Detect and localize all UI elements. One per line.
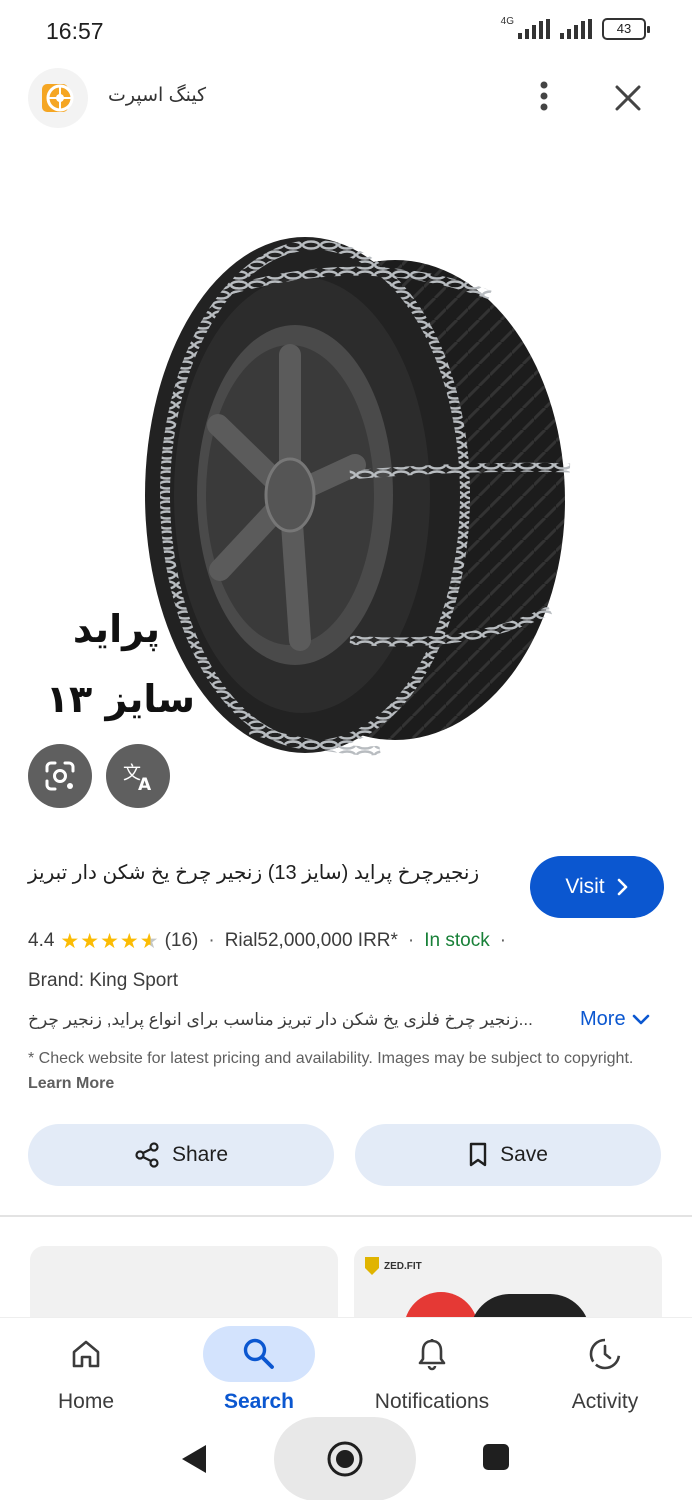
share-icon [135,1142,159,1168]
save-button[interactable]: Save [355,1124,661,1186]
search-icon [243,1338,274,1369]
learn-more-link[interactable]: Learn More [28,1075,114,1092]
visit-button[interactable]: Visit [530,856,664,918]
nav-search-label: Search [223,1390,295,1413]
nav-search[interactable]: Search [173,1318,345,1428]
stock-status: In stock [424,930,490,951]
lens-button[interactable] [28,744,92,808]
save-label: Save [500,1143,548,1166]
share-label: Share [171,1143,229,1166]
star-icon: ★ [60,929,80,953]
more-vert-icon [540,81,548,111]
more-link[interactable]: More [580,1008,650,1031]
wheel-logo-icon [42,84,74,112]
nav-home-label: Home [57,1390,115,1413]
more-options-button[interactable] [526,76,562,116]
separator-dot: · [499,930,507,951]
star-icon: ★ [119,929,139,953]
translate-icon: 文 A [123,763,152,793]
disclaimer: * Check website for latest pricing and a… [28,1046,668,1096]
description-row: ...زنجیر چرخ فلزی یخ شکن دار تبریز مناسب… [28,1008,668,1036]
half-star-icon: ★ [139,929,159,953]
shield-logo-icon [365,1257,379,1275]
share-button[interactable]: Share [28,1124,334,1186]
star-icon: ★ [100,929,119,953]
activity-icon [589,1338,621,1370]
battery-icon: 43 [602,18,650,40]
star-icon: ★ [80,929,100,953]
bell-icon [418,1339,446,1371]
nav-notifications[interactable]: Notifications [346,1318,518,1428]
nav-notifications-icon-wrap [376,1326,488,1382]
back-icon[interactable] [180,1443,208,1475]
image-overlay-line2: سایز ۱۳ [50,677,195,721]
related-brand-logo: ZED.FIT [364,1256,422,1276]
product-title: زنجیرچرخ پراید (سایز 13) زنجیر چرخ یخ شک… [28,862,480,884]
chevron-right-icon [617,878,627,896]
status-time: 16:57 [46,18,104,44]
recent-apps-icon[interactable] [483,1444,509,1470]
separator-dot: · [208,930,215,951]
nav-notifications-label: Notifications [374,1390,490,1413]
rating-stars: ★ ★ ★ ★ ★ [60,931,158,952]
disclaimer-text: * Check website for latest pricing and a… [28,1050,634,1067]
site-logo[interactable] [28,68,88,128]
more-label: More [580,1008,626,1030]
home-circle-icon [327,1441,363,1477]
signal-icon [518,19,550,39]
svg-text:A: A [138,775,152,793]
nav-activity[interactable]: Activity [519,1318,691,1428]
site-name[interactable]: کینگ اسپرت [108,84,206,107]
section-divider [0,1215,692,1217]
nav-activity-label: Activity [571,1390,639,1413]
brand-label: Brand: King Sport [28,970,178,991]
bookmark-icon [469,1142,487,1167]
nav-search-icon-wrap [203,1326,315,1382]
review-count: (16) [164,930,199,951]
google-lens-icon [45,761,75,791]
bottom-navigation: Home Search Notifications Activity [0,1317,692,1427]
system-navigation-bar [0,1417,692,1500]
image-overlay-line1: پراید [73,607,160,651]
close-button[interactable] [606,76,650,120]
network-type: 4G [500,15,514,27]
rating-value: 4.4 [28,930,55,951]
nav-home-icon-wrap [30,1326,142,1382]
nav-home[interactable]: Home [0,1318,172,1428]
description-text: ...زنجیر چرخ فلزی یخ شکن دار تبریز مناسب… [28,1010,533,1029]
close-icon [615,85,641,111]
visit-label: Visit [565,875,605,898]
product-image[interactable]: پراید سایز ۱۳ [50,210,590,770]
home-icon [72,1340,100,1368]
separator-dot: · [407,930,415,951]
translate-button[interactable]: 文 A [106,744,170,808]
status-icons: 4G 43 [500,15,650,40]
home-gesture-button[interactable] [274,1417,416,1500]
nav-activity-icon-wrap [549,1326,661,1382]
app-header: کینگ اسپرت [0,64,692,130]
signal-icon-2 [560,19,592,39]
related-brand-name: ZED.FIT [384,1260,422,1272]
status-bar: 16:57 4G 43 [0,0,692,64]
price: Rial52,000,000 IRR* [224,930,398,951]
chevron-down-icon [632,1014,649,1024]
rating-row: 4.4 ★ ★ ★ ★ ★ (16) · Rial52,000,000 IRR*… [28,928,510,954]
